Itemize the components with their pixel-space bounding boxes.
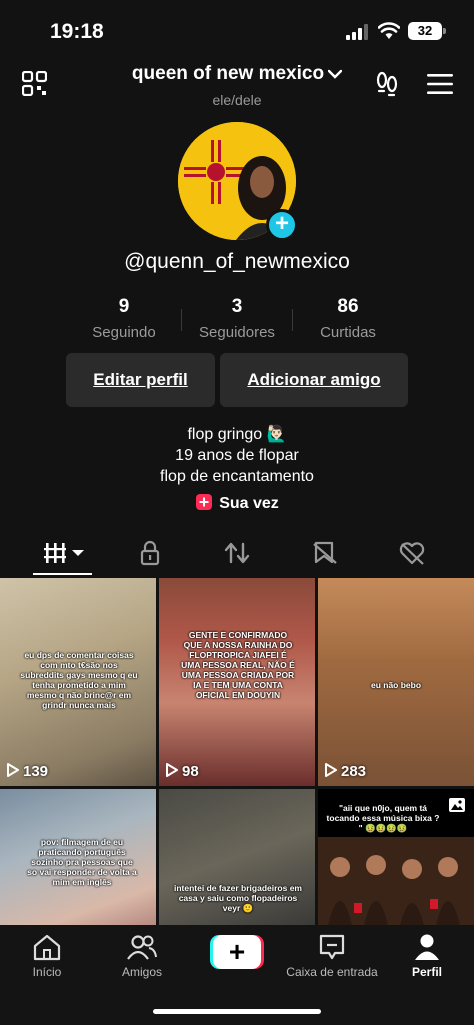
stat-followers[interactable]: 3 Seguidores xyxy=(177,296,297,341)
active-tab-indicator xyxy=(33,573,92,575)
add-avatar-button[interactable]: + xyxy=(266,209,298,241)
edit-profile-button[interactable]: Editar perfil xyxy=(66,353,215,407)
pronouns: ele/dele xyxy=(212,92,262,108)
nav-profile[interactable]: Perfil xyxy=(382,933,472,979)
view-count-value: 139 xyxy=(23,763,49,780)
nav-friends[interactable]: Amigos xyxy=(97,933,187,979)
stat-following-label: Seguindo xyxy=(92,324,156,341)
view-count-value: 98 xyxy=(182,763,199,780)
sua-vez-link[interactable]: Sua vez xyxy=(0,493,474,513)
video-caption: pov: filmagem de eu praticando português… xyxy=(27,837,137,887)
profile-title: queen of new mexico xyxy=(131,63,325,84)
menu-icon[interactable] xyxy=(427,73,453,95)
video-thumbnail[interactable]: eu dps de comentar coisas com mto t€são … xyxy=(0,578,156,786)
video-thumbnail[interactable]: pov: filmagem de eu praticando português… xyxy=(0,789,156,925)
bio-line: 19 anos de flopar xyxy=(175,447,299,464)
stat-likes: 86 Curtidas xyxy=(288,296,408,341)
profile-icon xyxy=(415,934,439,960)
nav-inbox-label: Caixa de entrada xyxy=(286,965,378,979)
nav-inbox[interactable]: Caixa de entrada xyxy=(286,933,378,979)
battery-indicator: 32 xyxy=(408,22,446,40)
view-count: 139 xyxy=(7,763,48,780)
profile-title-dropdown[interactable]: queen of new mexico xyxy=(0,63,474,85)
profile-bio: flop gringo 🙋🏻‍♂️ 19 anos de flopar flop… xyxy=(0,424,474,487)
video-caption: eu dps de comentar coisas com mto t€são … xyxy=(20,650,138,710)
home-icon xyxy=(33,934,61,961)
bio-line: flop de encantamento xyxy=(160,468,314,485)
video-thumbnail[interactable]: intentei de fazer brigadeiros em casa y … xyxy=(159,789,315,925)
add-friend-button[interactable]: Adicionar amigo xyxy=(220,353,408,407)
tab-private-lock-icon[interactable] xyxy=(136,540,164,566)
create-video-button[interactable]: + xyxy=(210,935,264,969)
tab-liked-hidden-icon[interactable] xyxy=(398,540,426,566)
party-photo-image xyxy=(318,837,474,925)
nav-friends-label: Amigos xyxy=(121,965,162,979)
cellular-signal-icon xyxy=(346,24,368,40)
wifi-icon xyxy=(378,22,400,39)
play-icon xyxy=(7,763,19,777)
sua-vez-label: Sua vez xyxy=(219,495,279,512)
chevron-down-icon xyxy=(328,69,343,79)
status-bar: 19:18 32 xyxy=(0,0,474,62)
stat-followers-label: Seguidores xyxy=(199,324,275,341)
stat-likes-count: 86 xyxy=(337,296,359,317)
video-caption: GENTE E CONFIRMADO QUE A NOSSA RAINHA DO… xyxy=(181,630,295,700)
status-time: 19:18 xyxy=(50,20,104,43)
photo-icon xyxy=(449,798,465,812)
video-caption: eu não bebo xyxy=(370,680,422,690)
profile-handle: @quenn_of_newmexico xyxy=(124,250,350,273)
video-thumbnail[interactable]: eu não bebo 283 xyxy=(318,578,474,786)
add-square-icon xyxy=(196,494,213,510)
tab-videos-grid-icon[interactable] xyxy=(44,540,86,566)
inbox-icon xyxy=(319,934,345,960)
stat-followers-count: 3 xyxy=(231,296,243,317)
nav-profile-label: Perfil xyxy=(411,965,442,979)
stat-likes-label: Curtidas xyxy=(320,324,376,341)
video-thumbnail[interactable]: GENTE E CONFIRMADO QUE A NOSSA RAINHA DO… xyxy=(159,578,315,786)
nav-home-label: Início xyxy=(32,965,62,979)
home-indicator xyxy=(153,1009,321,1014)
stat-following[interactable]: 9 Seguindo xyxy=(64,296,184,341)
bio-line: flop gringo 🙋🏻‍♂️ xyxy=(187,426,287,443)
play-icon xyxy=(166,763,178,777)
tab-reposts-icon[interactable] xyxy=(223,540,251,566)
view-count: 98 xyxy=(166,763,199,780)
video-caption: "aii que n0jo, quem tá tocando essa músi… xyxy=(326,803,440,833)
tab-favorites-hidden-icon[interactable] xyxy=(311,540,339,566)
stat-following-count: 9 xyxy=(118,296,130,317)
footprints-icon[interactable] xyxy=(373,70,401,98)
video-caption: intentei de fazer brigadeiros em casa y … xyxy=(173,883,302,913)
plus-icon: + xyxy=(213,935,261,969)
view-count: 283 xyxy=(325,763,366,780)
play-icon xyxy=(325,763,337,777)
photo-post-thumbnail[interactable]: "aii que n0jo, quem tá tocando essa músi… xyxy=(318,789,474,925)
friends-icon xyxy=(127,935,157,960)
view-count-value: 283 xyxy=(341,763,367,780)
nav-home[interactable]: Início xyxy=(2,933,92,979)
